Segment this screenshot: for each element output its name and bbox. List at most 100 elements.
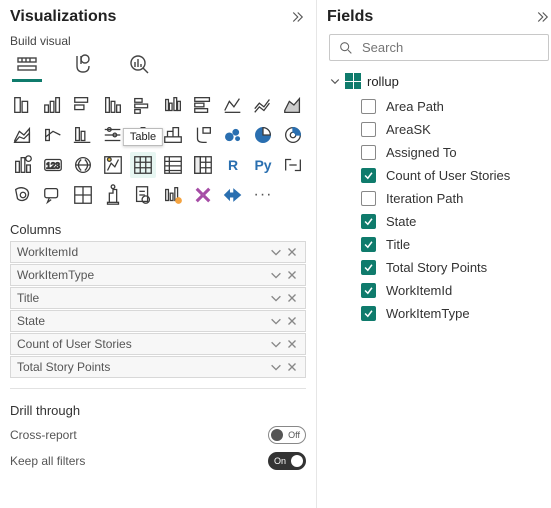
remove-icon[interactable] [285,245,299,259]
table-node[interactable]: rollup [329,71,551,95]
viz-type-27[interactable]: R [220,152,246,178]
visualizations-pane: Visualizations Build visual 123TableRPy·… [0,0,317,508]
columns-list: WorkItemId WorkItemType Title StateCount of… [10,241,306,378]
field-row[interactable]: Iteration Path [329,187,551,210]
viz-type-28[interactable]: Py [250,152,276,178]
field-row[interactable]: WorkItemType [329,302,551,325]
field-checkbox[interactable] [361,237,376,252]
field-row[interactable]: State [329,210,551,233]
chevron-down-icon[interactable] [269,314,283,328]
field-row[interactable]: Assigned To [329,141,551,164]
field-checkbox[interactable] [361,283,376,298]
svg-text:123: 123 [46,162,60,171]
columns-title: Columns [10,214,306,241]
search-box[interactable] [329,34,549,61]
column-row[interactable]: WorkItemType [10,264,306,286]
field-row[interactable]: Count of User Stories [329,164,551,187]
field-row[interactable]: AreaSK [329,118,551,141]
viz-type-4[interactable] [130,92,156,118]
viz-type-17[interactable] [220,122,246,148]
visualizations-title: Visualizations [10,8,116,26]
cross-report-toggle[interactable]: Off [268,426,306,444]
remove-icon[interactable] [285,291,299,305]
viz-type-11[interactable] [40,122,66,148]
column-row[interactable]: WorkItemId [10,241,306,263]
viz-type-6[interactable] [190,92,216,118]
viz-type-25[interactable] [160,152,186,178]
viz-type-10[interactable] [10,122,36,148]
chevron-down-icon[interactable] [269,291,283,305]
viz-type-30[interactable] [10,182,36,208]
chevron-down-icon[interactable] [269,360,283,374]
viz-type-38[interactable]: ··· [250,182,276,208]
column-label: Title [17,291,39,305]
chevron-down-icon[interactable] [269,337,283,351]
viz-type-35[interactable] [160,182,186,208]
viz-type-0[interactable] [10,92,36,118]
viz-type-1[interactable] [40,92,66,118]
tab-format[interactable] [68,52,98,82]
field-row[interactable]: Area Path [329,95,551,118]
viz-type-34[interactable] [130,182,156,208]
tab-build[interactable] [12,52,42,82]
column-label: WorkItemId [17,245,78,259]
viz-type-26[interactable] [190,152,216,178]
field-checkbox[interactable] [361,191,376,206]
viz-type-15[interactable] [160,122,186,148]
viz-type-16[interactable] [190,122,216,148]
search-icon [338,40,354,56]
remove-icon[interactable] [285,337,299,351]
chevron-down-icon[interactable] [269,268,283,282]
field-label: WorkItemId [386,283,452,298]
viz-type-22[interactable] [70,152,96,178]
viz-type-2[interactable] [70,92,96,118]
viz-type-7[interactable] [220,92,246,118]
remove-icon[interactable] [285,268,299,282]
viz-type-24[interactable]: Table [130,152,156,178]
keep-filters-label: Keep all filters [10,454,85,468]
field-checkbox[interactable] [361,306,376,321]
field-row[interactable]: WorkItemId [329,279,551,302]
viz-type-29[interactable] [280,152,306,178]
viz-type-36[interactable] [190,182,216,208]
column-label: Total Story Points [17,360,110,374]
column-row[interactable]: Count of User Stories [10,333,306,355]
viz-type-8[interactable] [250,92,276,118]
field-checkbox[interactable] [361,122,376,137]
viz-type-33[interactable] [100,182,126,208]
fields-list: Area PathAreaSKAssigned ToCount of User … [329,95,551,325]
keep-filters-toggle[interactable]: On [268,452,306,470]
viz-type-37[interactable] [220,182,246,208]
field-checkbox[interactable] [361,260,376,275]
collapse-icon[interactable] [288,8,306,26]
viz-type-18[interactable] [250,122,276,148]
viz-type-32[interactable] [70,182,96,208]
field-checkbox[interactable] [361,214,376,229]
viz-type-23[interactable] [100,152,126,178]
field-checkbox[interactable] [361,145,376,160]
chevron-down-icon[interactable] [269,245,283,259]
tab-analytics[interactable] [124,52,154,82]
search-input[interactable] [360,39,540,56]
remove-icon[interactable] [285,314,299,328]
column-label: WorkItemType [17,268,94,282]
column-row[interactable]: Title [10,287,306,309]
field-row[interactable]: Total Story Points [329,256,551,279]
column-row[interactable]: Total Story Points [10,356,306,378]
column-row[interactable]: State [10,310,306,332]
viz-type-21[interactable]: 123 [40,152,66,178]
cross-report-label: Cross-report [10,428,77,442]
chevron-down-icon [329,75,341,87]
viz-type-9[interactable] [280,92,306,118]
viz-type-3[interactable] [100,92,126,118]
viz-type-5[interactable] [160,92,186,118]
field-checkbox[interactable] [361,168,376,183]
remove-icon[interactable] [285,360,299,374]
field-checkbox[interactable] [361,99,376,114]
collapse-icon[interactable] [533,8,551,26]
viz-type-31[interactable] [40,182,66,208]
viz-type-20[interactable] [10,152,36,178]
viz-type-12[interactable] [70,122,96,148]
viz-type-19[interactable] [280,122,306,148]
field-row[interactable]: Title [329,233,551,256]
